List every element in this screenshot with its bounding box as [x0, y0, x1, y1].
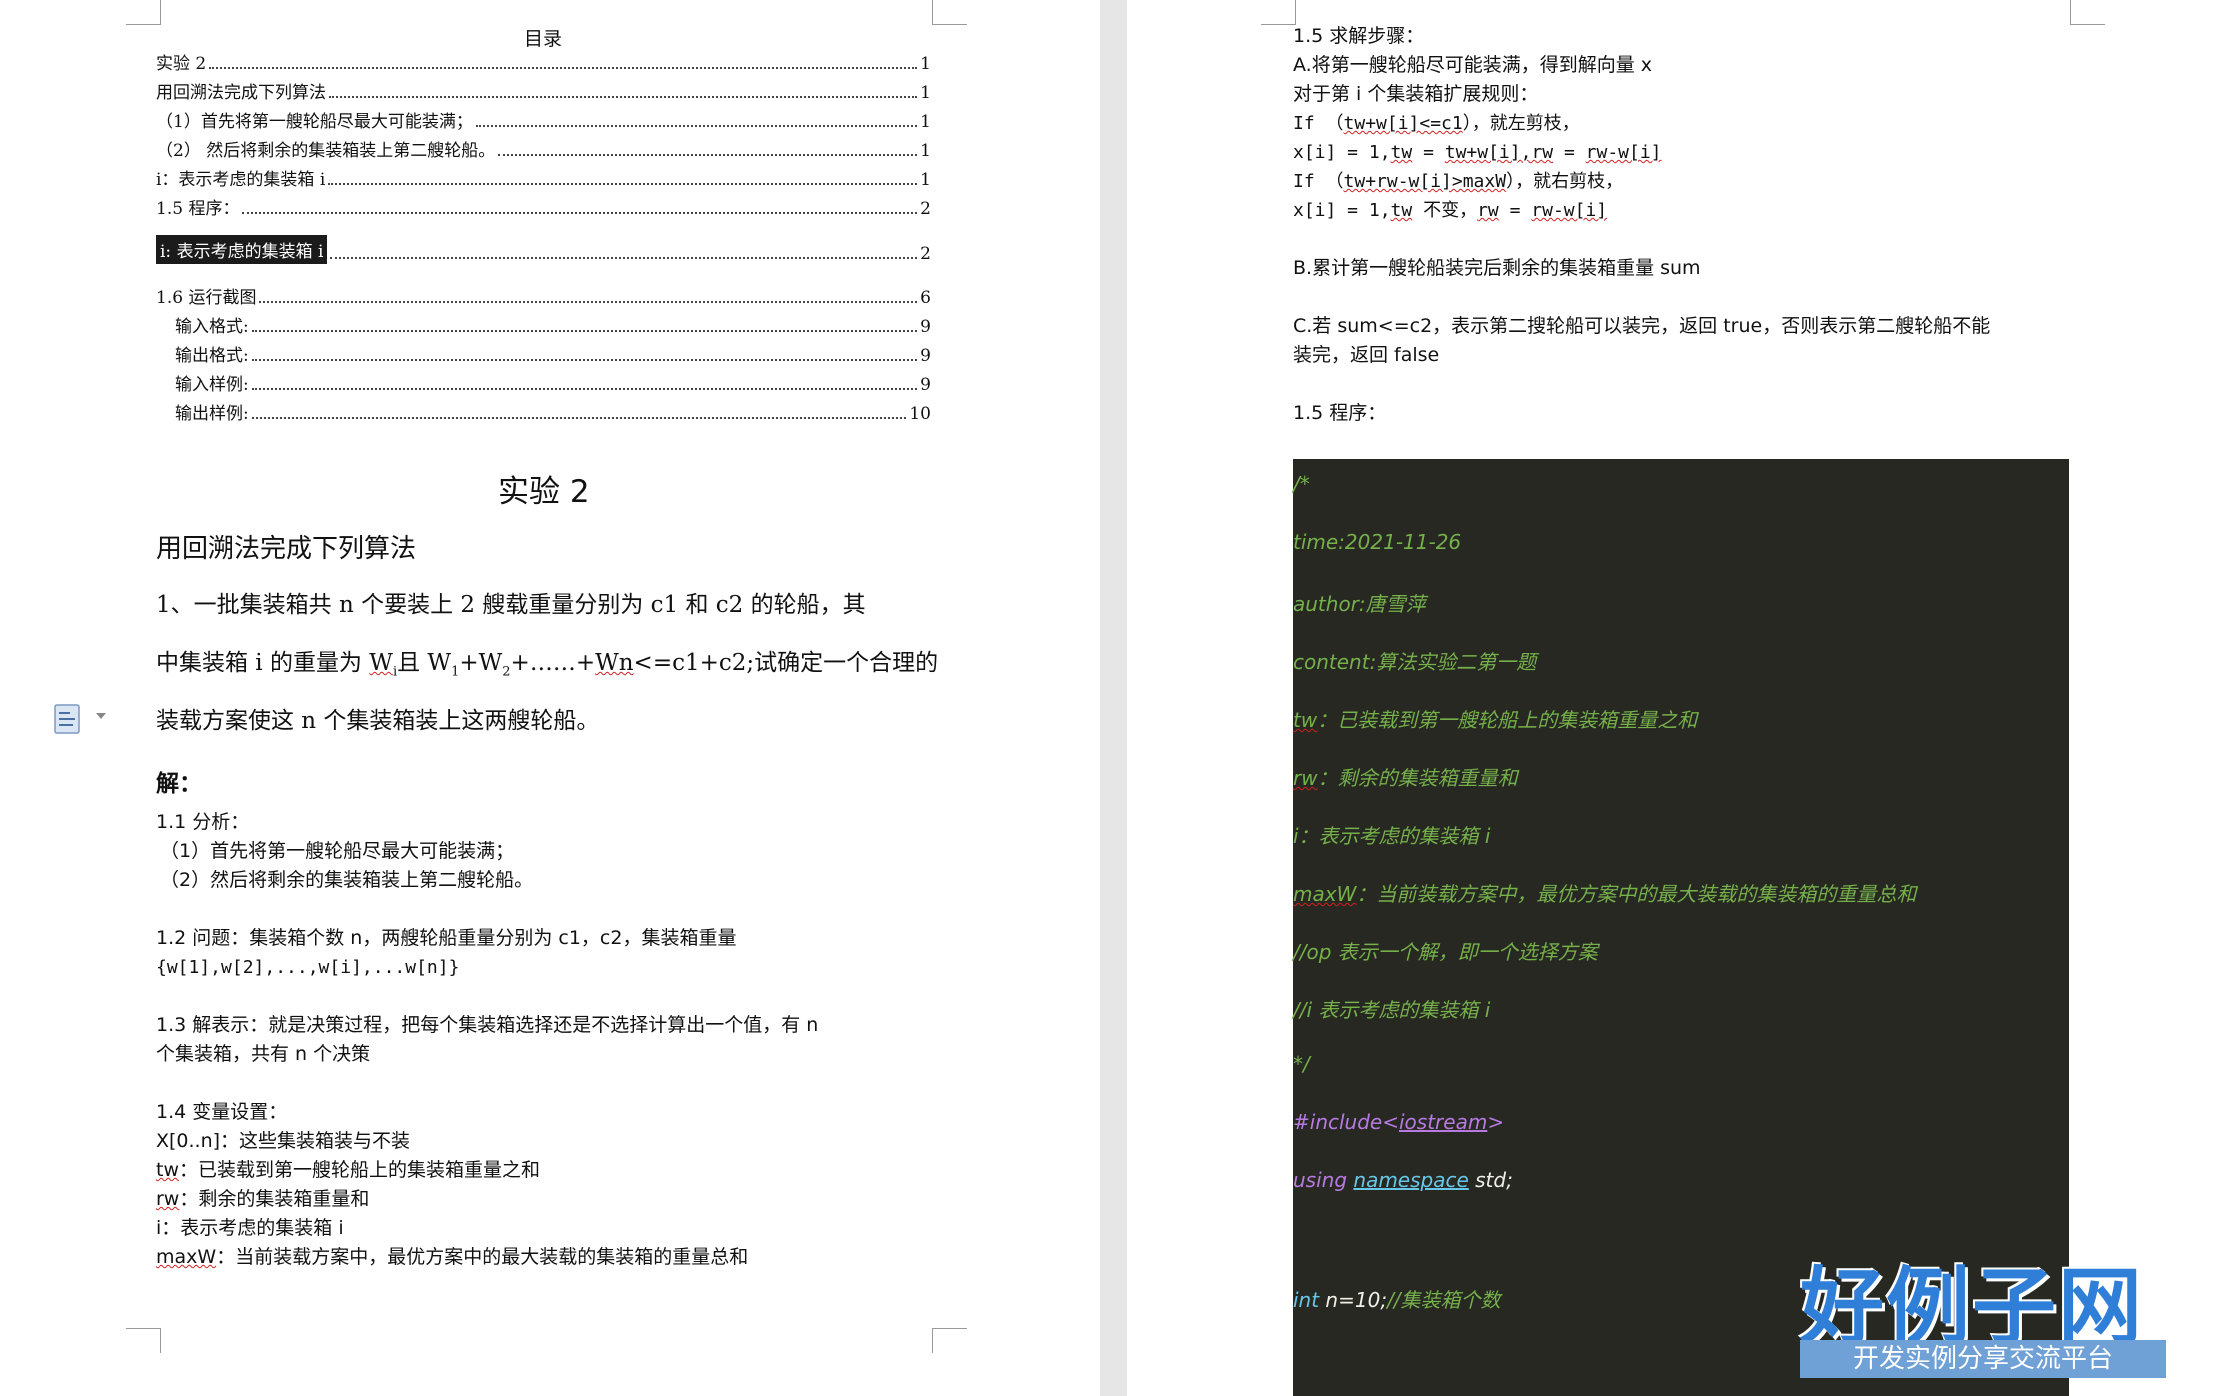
code-line: int n=10;//集装箱个数 [1293, 1288, 1501, 1312]
document-page-left: 目录 实验 21 用回溯法完成下列算法 1 （1）首先将第一艘轮船尽最大可能装满；… [0, 0, 1100, 1396]
text-line: {w[1],w[2],...,w[i],...w[n]} [156, 957, 460, 978]
section-1-5-steps: 1.5 求解步骤： [1293, 25, 1425, 47]
text-line: A.将第一艘轮船尽可能装满，得到解向量 x [1293, 54, 1652, 76]
text-line: x[i] = 1,tw = tw+w[i],rw = rw-w[i] [1293, 142, 1662, 163]
toc-entry[interactable]: （1）首先将第一艘轮船尽最大可能装满； 1 [156, 108, 931, 132]
toc-entry-selected[interactable]: i: 表示考虑的集装箱 i2 [156, 235, 931, 264]
site-watermark-logo: 好例子网 开发实例分享交流平台 [1800, 1240, 2200, 1390]
toc-entry[interactable]: （2） 然后将剩余的集装箱装上第二艘轮船。 1 [156, 137, 931, 161]
toc-entry[interactable]: 输出格式: 9 [175, 342, 931, 366]
text-line: x[i] = 1,tw 不变，rw = rw-w[i] [1293, 200, 1608, 221]
text-line: X[0..n]：这些集装箱装与不装 [156, 1130, 411, 1152]
heading-1: 实验 2 [498, 474, 590, 510]
text-line: 个集装箱，共有 n 个决策 [156, 1043, 371, 1065]
section-1-5-program: 1.5 程序： [1293, 402, 1387, 424]
text-line: rw：剩余的集装箱重量和 [156, 1188, 370, 1210]
crop-mark [126, 1328, 161, 1353]
toc-entry[interactable]: 输入样例: 9 [175, 371, 931, 395]
heading-2: 用回溯法完成下列算法 [156, 534, 417, 564]
toc-entry[interactable]: 输出样例: 10 [175, 400, 931, 424]
text-line: tw：已装载到第一艘轮船上的集装箱重量之和 [156, 1159, 541, 1181]
code-line: i：表示考虑的集装箱 i [1293, 824, 1491, 848]
code-line: author:唐雪萍 [1293, 592, 1426, 616]
solution-label: 解： [156, 771, 202, 797]
problem-line: 1、一批集装箱共 n 个要装上 2 艘载重量分别为 c1 和 c2 的轮船，其 [156, 592, 866, 618]
problem-line: 装载方案使这 n 个集装箱装上这两艘轮船。 [156, 708, 600, 734]
code-line: time:2021-11-26 [1293, 530, 1462, 554]
section-1-4: 1.4 变量设置： [156, 1101, 288, 1123]
crop-mark [126, 0, 161, 25]
text-line: C.若 sum<=c2，表示第二搜轮船可以装完，返回 true，否则表示第二艘轮… [1293, 315, 1991, 337]
chevron-down-icon[interactable] [96, 713, 106, 719]
document-outline-icon[interactable] [54, 704, 80, 734]
text-line: （1）首先将第一艘轮船尽最大可能装满； [160, 840, 515, 862]
code-line: #include<iostream> [1293, 1110, 1505, 1134]
watermark-tagline: 开发实例分享交流平台 [1800, 1340, 2166, 1378]
section-1-2: 1.2 问题：集装箱个数 n，两艘轮船重量分别为 c1，c2，集装箱重量 [156, 927, 737, 949]
crop-mark [932, 0, 967, 25]
code-line: //op 表示一个解，即一个选择方案 [1293, 940, 1598, 964]
text-line: （2）然后将剩余的集装箱装上第二艘轮船。 [160, 869, 534, 891]
text-line: maxW：当前装载方案中，最优方案中的最大装载的集装箱的重量总和 [156, 1246, 749, 1268]
text-line: B.累计第一艘轮船装完后剩余的集装箱重量 sum [1293, 257, 1701, 279]
code-line: using namespace std; [1293, 1168, 1513, 1192]
code-line: content:算法实验二第一题 [1293, 650, 1537, 674]
toc-entry[interactable]: 输入格式: 9 [175, 313, 931, 337]
text-line: If （tw+rw-w[i]>maxW），就右剪枝， [1293, 171, 1624, 192]
crop-mark [932, 1328, 967, 1353]
crop-mark [2070, 0, 2105, 25]
crop-mark [1261, 0, 1296, 25]
code-line: //i 表示考虑的集装箱 i [1293, 998, 1491, 1022]
code-line: maxW：当前装载方案中，最优方案中的最大装载的集装箱的重量总和 [1293, 882, 1917, 906]
toc-entry[interactable]: 用回溯法完成下列算法 1 [156, 79, 931, 103]
toc-entry[interactable]: 实验 21 [156, 50, 931, 74]
toc-title: 目录 [524, 28, 563, 50]
text-line: 对于第 i 个集装箱扩展规则： [1293, 83, 1539, 105]
text-line: 装完，返回 false [1293, 344, 1440, 366]
code-line: /* [1293, 472, 1310, 496]
code-line: */ [1293, 1052, 1310, 1076]
section-1-1: 1.1 分析： [156, 811, 250, 833]
toc-entry[interactable]: i：表示考虑的集装箱 i1 [156, 166, 931, 190]
section-1-3: 1.3 解表示：就是决策过程，把每个集装箱选择还是不选择计算出一个值，有 n [156, 1014, 819, 1036]
toc-entry[interactable]: 1.6 运行截图 6 [156, 284, 931, 308]
toc-entry[interactable]: 1.5 程序： 2 [156, 195, 931, 219]
text-line: i：表示考虑的集装箱 i [156, 1217, 344, 1239]
code-line: rw：剩余的集装箱重量和 [1293, 766, 1518, 790]
code-line: tw：已装载到第一艘轮船上的集装箱重量之和 [1293, 708, 1698, 732]
text-line: If （tw+w[i]<=c1），就左剪枝， [1293, 113, 1580, 134]
